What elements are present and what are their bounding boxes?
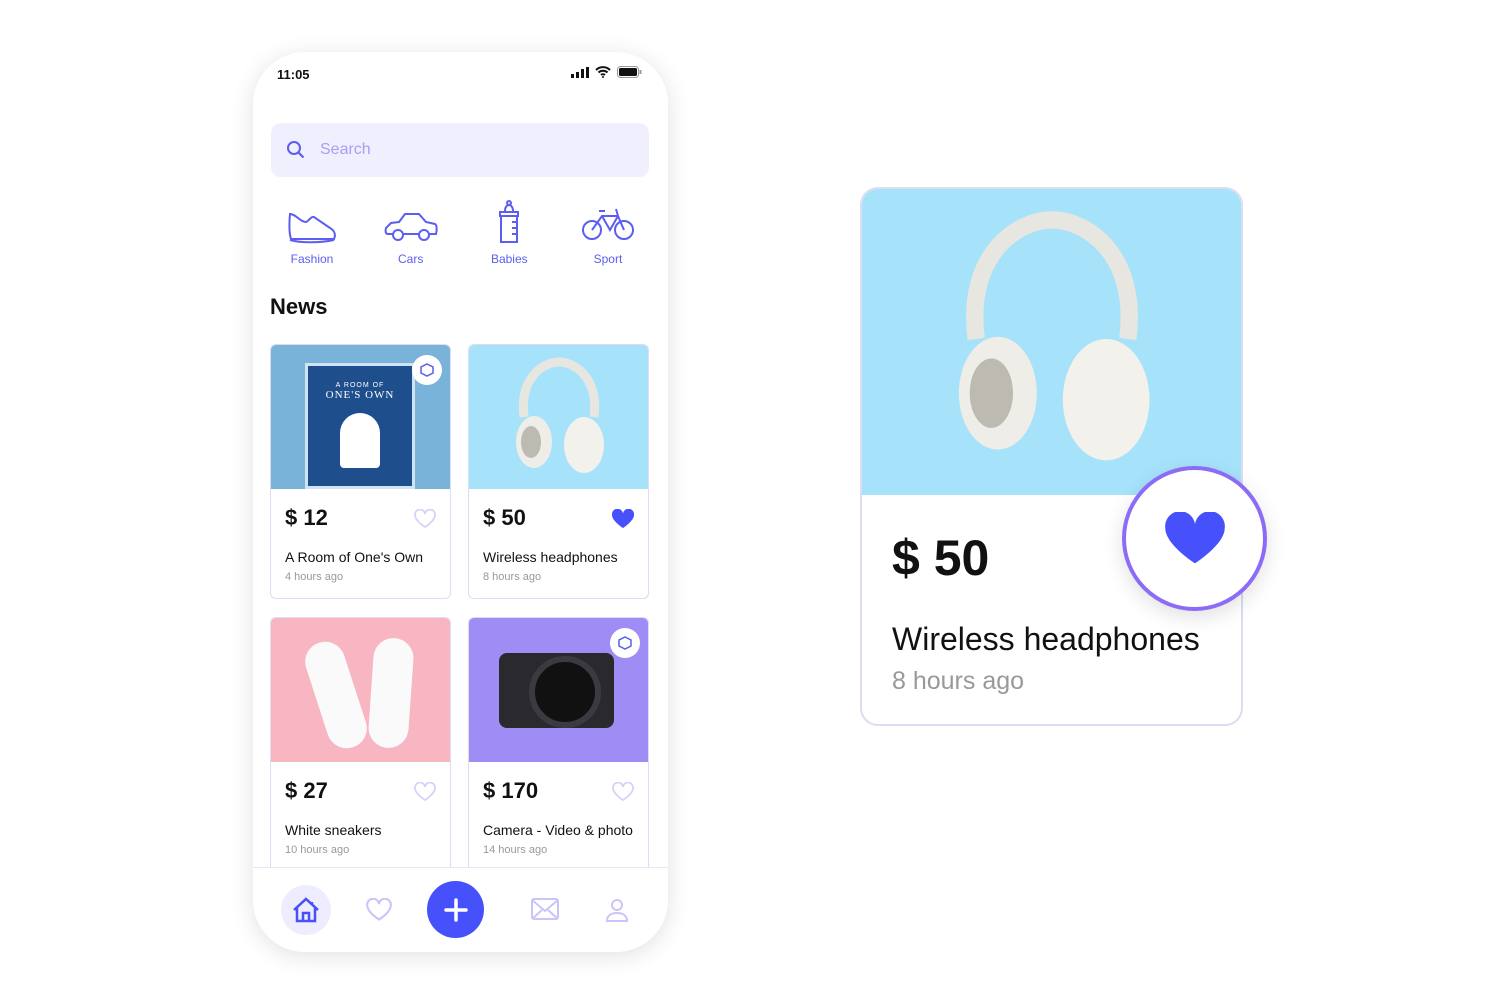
phone-screen: 11:05 Search Fashion Cars Babies Sport N… [253, 52, 668, 952]
heart-outline-icon[interactable] [414, 782, 436, 802]
status-time: 11:05 [277, 67, 310, 82]
cube-icon [412, 355, 442, 385]
home-icon [293, 897, 319, 923]
sneaker-icon [288, 212, 337, 244]
product-image-headphones [469, 345, 648, 489]
search-icon [287, 141, 305, 159]
like-button[interactable] [1122, 466, 1267, 611]
heart-filled-icon [1164, 511, 1225, 563]
heart-filled-icon[interactable] [612, 509, 634, 529]
heart-outline-icon[interactable] [612, 782, 634, 802]
product-image-camera [469, 618, 648, 762]
search-placeholder: Search [320, 141, 371, 158]
car-icon [384, 213, 438, 241]
cube-icon [610, 628, 640, 658]
category-list: Fashion Cars Babies Sport [271, 200, 649, 266]
product-image-book: A ROOM OF ONE'S OWN [271, 345, 450, 489]
user-icon[interactable] [605, 898, 629, 922]
wifi-icon [595, 66, 611, 78]
section-title: News [270, 294, 328, 319]
baby-bottle-icon [499, 200, 520, 243]
category-sport[interactable]: Sport [573, 200, 643, 266]
category-cars[interactable]: Cars [376, 200, 446, 266]
nav-home[interactable] [281, 885, 331, 935]
bottom-nav [253, 867, 668, 952]
product-card[interactable]: $ 50 Wireless headphones 8 hours ago [468, 344, 649, 599]
product-card[interactable]: $ 27 White sneakers 10 hours ago [270, 617, 451, 872]
heart-outline-icon[interactable] [414, 509, 436, 529]
product-card[interactable]: A ROOM OF ONE'S OWN $ 12 A Room of One's… [270, 344, 451, 599]
search-input[interactable]: Search [271, 123, 649, 177]
mail-icon[interactable] [531, 898, 559, 920]
plus-icon [443, 897, 468, 922]
category-fashion[interactable]: Fashion [277, 200, 347, 266]
category-babies[interactable]: Babies [474, 200, 544, 266]
add-button[interactable] [427, 881, 484, 938]
product-detail-card[interactable]: $ 50 Wireless headphones 8 hours ago [860, 187, 1243, 726]
battery-icon [617, 66, 642, 78]
heart-icon[interactable] [366, 898, 392, 922]
product-card[interactable]: $ 170 Camera - Video & photo 14 hours ag… [468, 617, 649, 872]
product-image-headphones [862, 189, 1241, 495]
signal-icon [571, 66, 589, 78]
bicycle-icon [581, 208, 634, 240]
product-image-sneakers [271, 618, 450, 762]
